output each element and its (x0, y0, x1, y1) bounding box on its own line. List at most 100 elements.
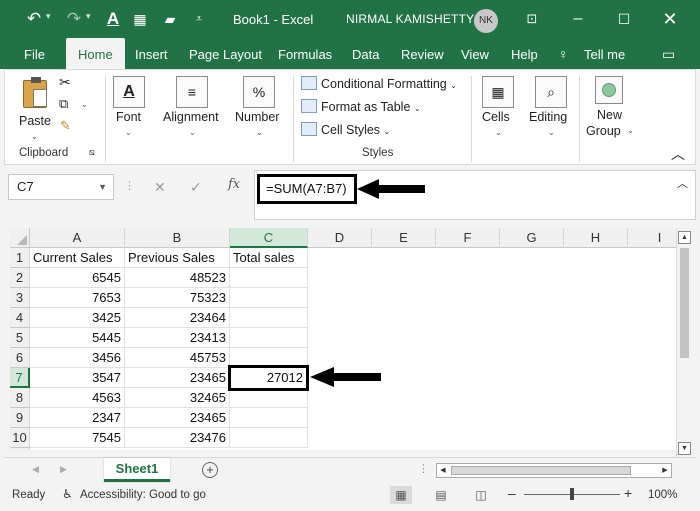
horizontal-scrollbar[interactable]: ◀ ▶ (436, 463, 672, 478)
column-header-g[interactable]: G (500, 228, 564, 248)
insert-function-icon[interactable]: fx (228, 177, 240, 192)
cell-a9[interactable]: 2347 (30, 408, 125, 428)
sheet-tab-sheet1[interactable]: Sheet1 (104, 458, 170, 482)
normal-view-icon[interactable]: ▦ (390, 486, 412, 504)
cell-a1[interactable]: Current Sales (30, 248, 125, 268)
editing-button[interactable]: ⌕ Editing ⌄ (527, 74, 575, 144)
redo-dropdown-icon[interactable]: ▾ (86, 11, 91, 22)
horizontal-scroll-thumb[interactable] (451, 466, 631, 475)
column-header-h[interactable]: H (564, 228, 628, 248)
number-button[interactable]: % Number ⌄ (231, 74, 287, 144)
page-layout-view-icon[interactable]: ▤ (430, 486, 452, 504)
column-header-d[interactable]: D (308, 228, 372, 248)
avatar[interactable]: NK (474, 9, 498, 33)
tab-split-handle-icon[interactable]: ⋮ (418, 462, 429, 475)
conditional-formatting-button[interactable]: Conditional Formatting ⌄ (301, 76, 457, 96)
row-header-partial[interactable] (10, 448, 30, 450)
cell-c2[interactable] (230, 268, 308, 288)
redo-icon[interactable]: ↷ (64, 8, 84, 30)
copy-icon[interactable]: ⧉ (59, 96, 68, 112)
cell-b2[interactable]: 48523 (125, 268, 230, 288)
paste-button[interactable]: Paste ⌄ (15, 76, 55, 144)
cell-a10[interactable]: 7545 (30, 428, 125, 448)
column-header-a[interactable]: A (30, 228, 125, 248)
user-name[interactable]: NIRMAL KAMISHETTY (346, 12, 474, 26)
cell-a2[interactable]: 6545 (30, 268, 125, 288)
lightbulb-icon[interactable]: ♀ (558, 38, 569, 69)
name-box[interactable]: C7 ▼ (8, 174, 114, 200)
format-painter-icon[interactable]: ✎ (60, 118, 71, 134)
ribbon-display-icon[interactable]: ⊡ (512, 6, 552, 32)
cell-a5[interactable]: 5445 (30, 328, 125, 348)
row-header[interactable]: 2 (10, 268, 30, 288)
row-header[interactable]: 4 (10, 308, 30, 328)
scroll-right-icon[interactable]: ▶ (659, 464, 671, 477)
font-button[interactable]: A Font ⌄ (109, 74, 147, 144)
select-all-corner[interactable] (10, 228, 30, 248)
tab-insert[interactable]: Insert (135, 38, 168, 69)
cell-c5[interactable] (230, 328, 308, 348)
cell-c3[interactable] (230, 288, 308, 308)
customize-toolbar-icon[interactable]: ⩡ (193, 8, 205, 30)
column-header-f[interactable]: F (436, 228, 500, 248)
autosave-icon[interactable]: ↶ (24, 8, 44, 30)
cell-b10[interactable]: 23476 (125, 428, 230, 448)
tab-view[interactable]: View (461, 38, 489, 69)
tab-page-layout[interactable]: Page Layout (189, 38, 262, 69)
collapse-ribbon-icon[interactable]: ︿ (671, 144, 685, 164)
table-icon[interactable]: ▦ (130, 8, 150, 30)
font-color-icon[interactable]: A (104, 8, 122, 30)
comments-icon[interactable]: ▭ (662, 38, 675, 69)
next-sheet-icon[interactable]: ▶ (60, 464, 67, 475)
cell-c1[interactable]: Total sales (230, 248, 308, 268)
alignment-button[interactable]: ≡ Alignment ⌄ (161, 74, 223, 144)
prev-sheet-icon[interactable]: ◀ (32, 464, 39, 475)
cell-b1[interactable]: Previous Sales (125, 248, 230, 268)
cell-b7[interactable]: 23465 (125, 368, 230, 388)
expand-formula-bar-icon[interactable]: ︿ (677, 175, 688, 191)
cell-c10[interactable] (230, 428, 308, 448)
cell-a8[interactable]: 4563 (30, 388, 125, 408)
cell-b9[interactable]: 23465 (125, 408, 230, 428)
cancel-icon[interactable]: ✕ (154, 179, 166, 196)
vertical-scroll-thumb[interactable] (680, 248, 689, 358)
clipboard-launcher-icon[interactable]: ⧅ (89, 147, 95, 158)
cell-a6[interactable]: 3456 (30, 348, 125, 368)
cell-c8[interactable] (230, 388, 308, 408)
tab-review[interactable]: Review (401, 38, 444, 69)
cell-styles-button[interactable]: Cell Styles ⌄ (301, 122, 390, 142)
cell-a4[interactable]: 3425 (30, 308, 125, 328)
cell-b6[interactable]: 45753 (125, 348, 230, 368)
cell-c4[interactable] (230, 308, 308, 328)
accessibility-status[interactable]: Accessibility: Good to go (80, 489, 206, 501)
accessibility-icon[interactable]: ♿ (62, 487, 73, 501)
new-group-button[interactable]: New Group ⌄ (583, 74, 635, 144)
row-header[interactable]: 8 (10, 388, 30, 408)
row-header-selected[interactable]: 7 (10, 368, 30, 388)
cut-icon[interactable]: ✂ (59, 74, 71, 91)
page-break-view-icon[interactable]: ◫ (470, 486, 492, 504)
row-header[interactable]: 10 (10, 428, 30, 448)
formula-input[interactable]: =SUM(A7:B7) ︿ (254, 170, 696, 220)
column-header-e[interactable]: E (372, 228, 436, 248)
zoom-in-icon[interactable]: + (624, 485, 632, 501)
vertical-scrollbar[interactable]: ▲ ▼ (676, 228, 692, 458)
column-header-b[interactable]: B (125, 228, 230, 248)
add-sheet-icon[interactable]: + (202, 462, 218, 478)
tab-help[interactable]: Help (511, 38, 538, 69)
maximize-button[interactable]: ☐ (604, 6, 644, 32)
cell-b5[interactable]: 23413 (125, 328, 230, 348)
cells-button[interactable]: ▦ Cells ⌄ (475, 74, 521, 144)
name-box-dropdown-icon[interactable]: ▼ (98, 175, 107, 199)
row-header[interactable]: 6 (10, 348, 30, 368)
format-as-table-button[interactable]: Format as Table ⌄ (301, 99, 421, 119)
folder-icon[interactable]: ▰ (160, 8, 180, 30)
cell-b3[interactable]: 75323 (125, 288, 230, 308)
scroll-down-icon[interactable]: ▼ (678, 442, 691, 455)
row-header[interactable]: 1 (10, 248, 30, 268)
enter-icon[interactable]: ✓ (190, 179, 202, 196)
cell-a3[interactable]: 7653 (30, 288, 125, 308)
column-header-i[interactable]: I (628, 228, 676, 248)
tab-home[interactable]: Home (66, 38, 125, 69)
tell-me-search[interactable]: Tell me (584, 38, 625, 69)
